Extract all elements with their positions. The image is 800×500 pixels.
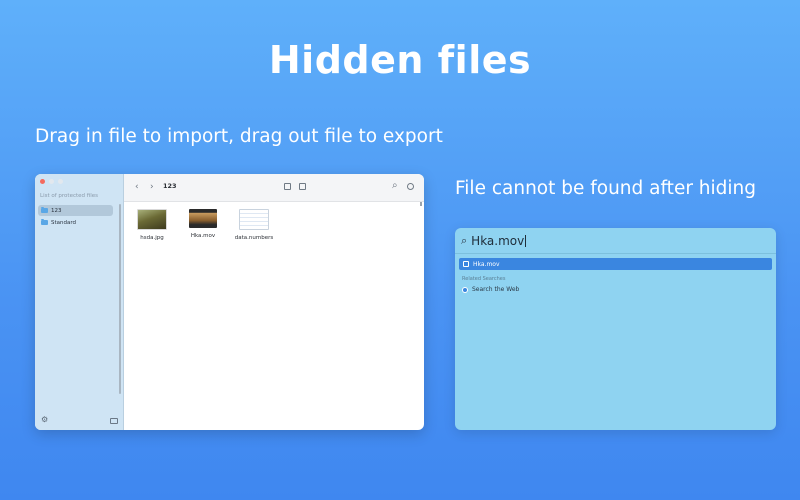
folder-icon (41, 218, 48, 225)
close-window-button[interactable] (40, 179, 45, 184)
related-searches-label: Related Searches (462, 276, 506, 282)
forward-icon[interactable]: › (150, 181, 154, 193)
globe-icon (462, 286, 468, 293)
search-icon[interactable]: ⌕ (392, 180, 398, 192)
finder-window: List of protected files 123 Standard ⚙ ‹… (35, 174, 424, 430)
sidebar-item-123[interactable]: 123 (38, 205, 113, 216)
spreadsheet-thumbnail (239, 209, 269, 230)
back-icon[interactable]: ‹ (135, 181, 139, 193)
search-input[interactable]: Hka.mov (471, 234, 524, 248)
text-cursor (525, 235, 527, 247)
gear-icon[interactable]: ⚙ (41, 415, 48, 424)
sidebar-heading: List of protected files (40, 193, 98, 199)
folder-icon (41, 206, 48, 213)
content-scrollbar[interactable] (420, 202, 422, 206)
sidebar-scrollbar[interactable] (119, 204, 121, 394)
top-hit-result[interactable]: Hka.mov (459, 258, 772, 270)
search-web-item[interactable]: Search the Web (462, 286, 519, 293)
result-label: Hka.mov (473, 260, 500, 268)
sidebar-item-standard[interactable]: Standard (38, 217, 113, 228)
divider (455, 253, 776, 254)
search-icon: ⌕ (461, 234, 468, 247)
file-item-hsda[interactable]: hsda.jpg (132, 209, 172, 241)
video-thumbnail (189, 209, 217, 228)
archive-icon[interactable] (299, 183, 306, 190)
page-title: Hidden files (268, 38, 532, 82)
export-file-icon[interactable] (284, 183, 291, 190)
import-export-caption: Drag in file to import, drag out file to… (35, 126, 443, 147)
image-thumbnail (137, 209, 167, 230)
file-name: hsda.jpg (140, 235, 164, 241)
window-controls (40, 179, 63, 184)
folder-title: 123 (163, 182, 177, 190)
spotlight-panel: ⌕ Hka.mov Hka.mov Related Searches Searc… (455, 228, 776, 430)
sidebar-item-label: Standard (51, 219, 77, 226)
toolbar: ‹ › 123 ⌕ (124, 174, 424, 202)
search-web-label: Search the Web (472, 286, 520, 293)
sidebar-item-label: 123 (51, 207, 62, 214)
file-item-data[interactable]: data.numbers (234, 209, 274, 241)
more-options-icon[interactable] (407, 183, 414, 190)
minimize-window-button[interactable] (49, 179, 54, 184)
import-icon[interactable] (110, 418, 118, 424)
sidebar: List of protected files 123 Standard ⚙ (35, 174, 124, 430)
file-name: Hka.mov (190, 233, 216, 239)
hidden-caption: File cannot be found after hiding (455, 178, 757, 199)
zoom-window-button[interactable] (58, 179, 63, 184)
file-item-hka[interactable]: Hka.mov (183, 209, 223, 239)
file-name: data.numbers (234, 235, 274, 241)
spotlight-search[interactable]: ⌕ Hka.mov (461, 232, 527, 250)
file-icon (463, 261, 469, 267)
